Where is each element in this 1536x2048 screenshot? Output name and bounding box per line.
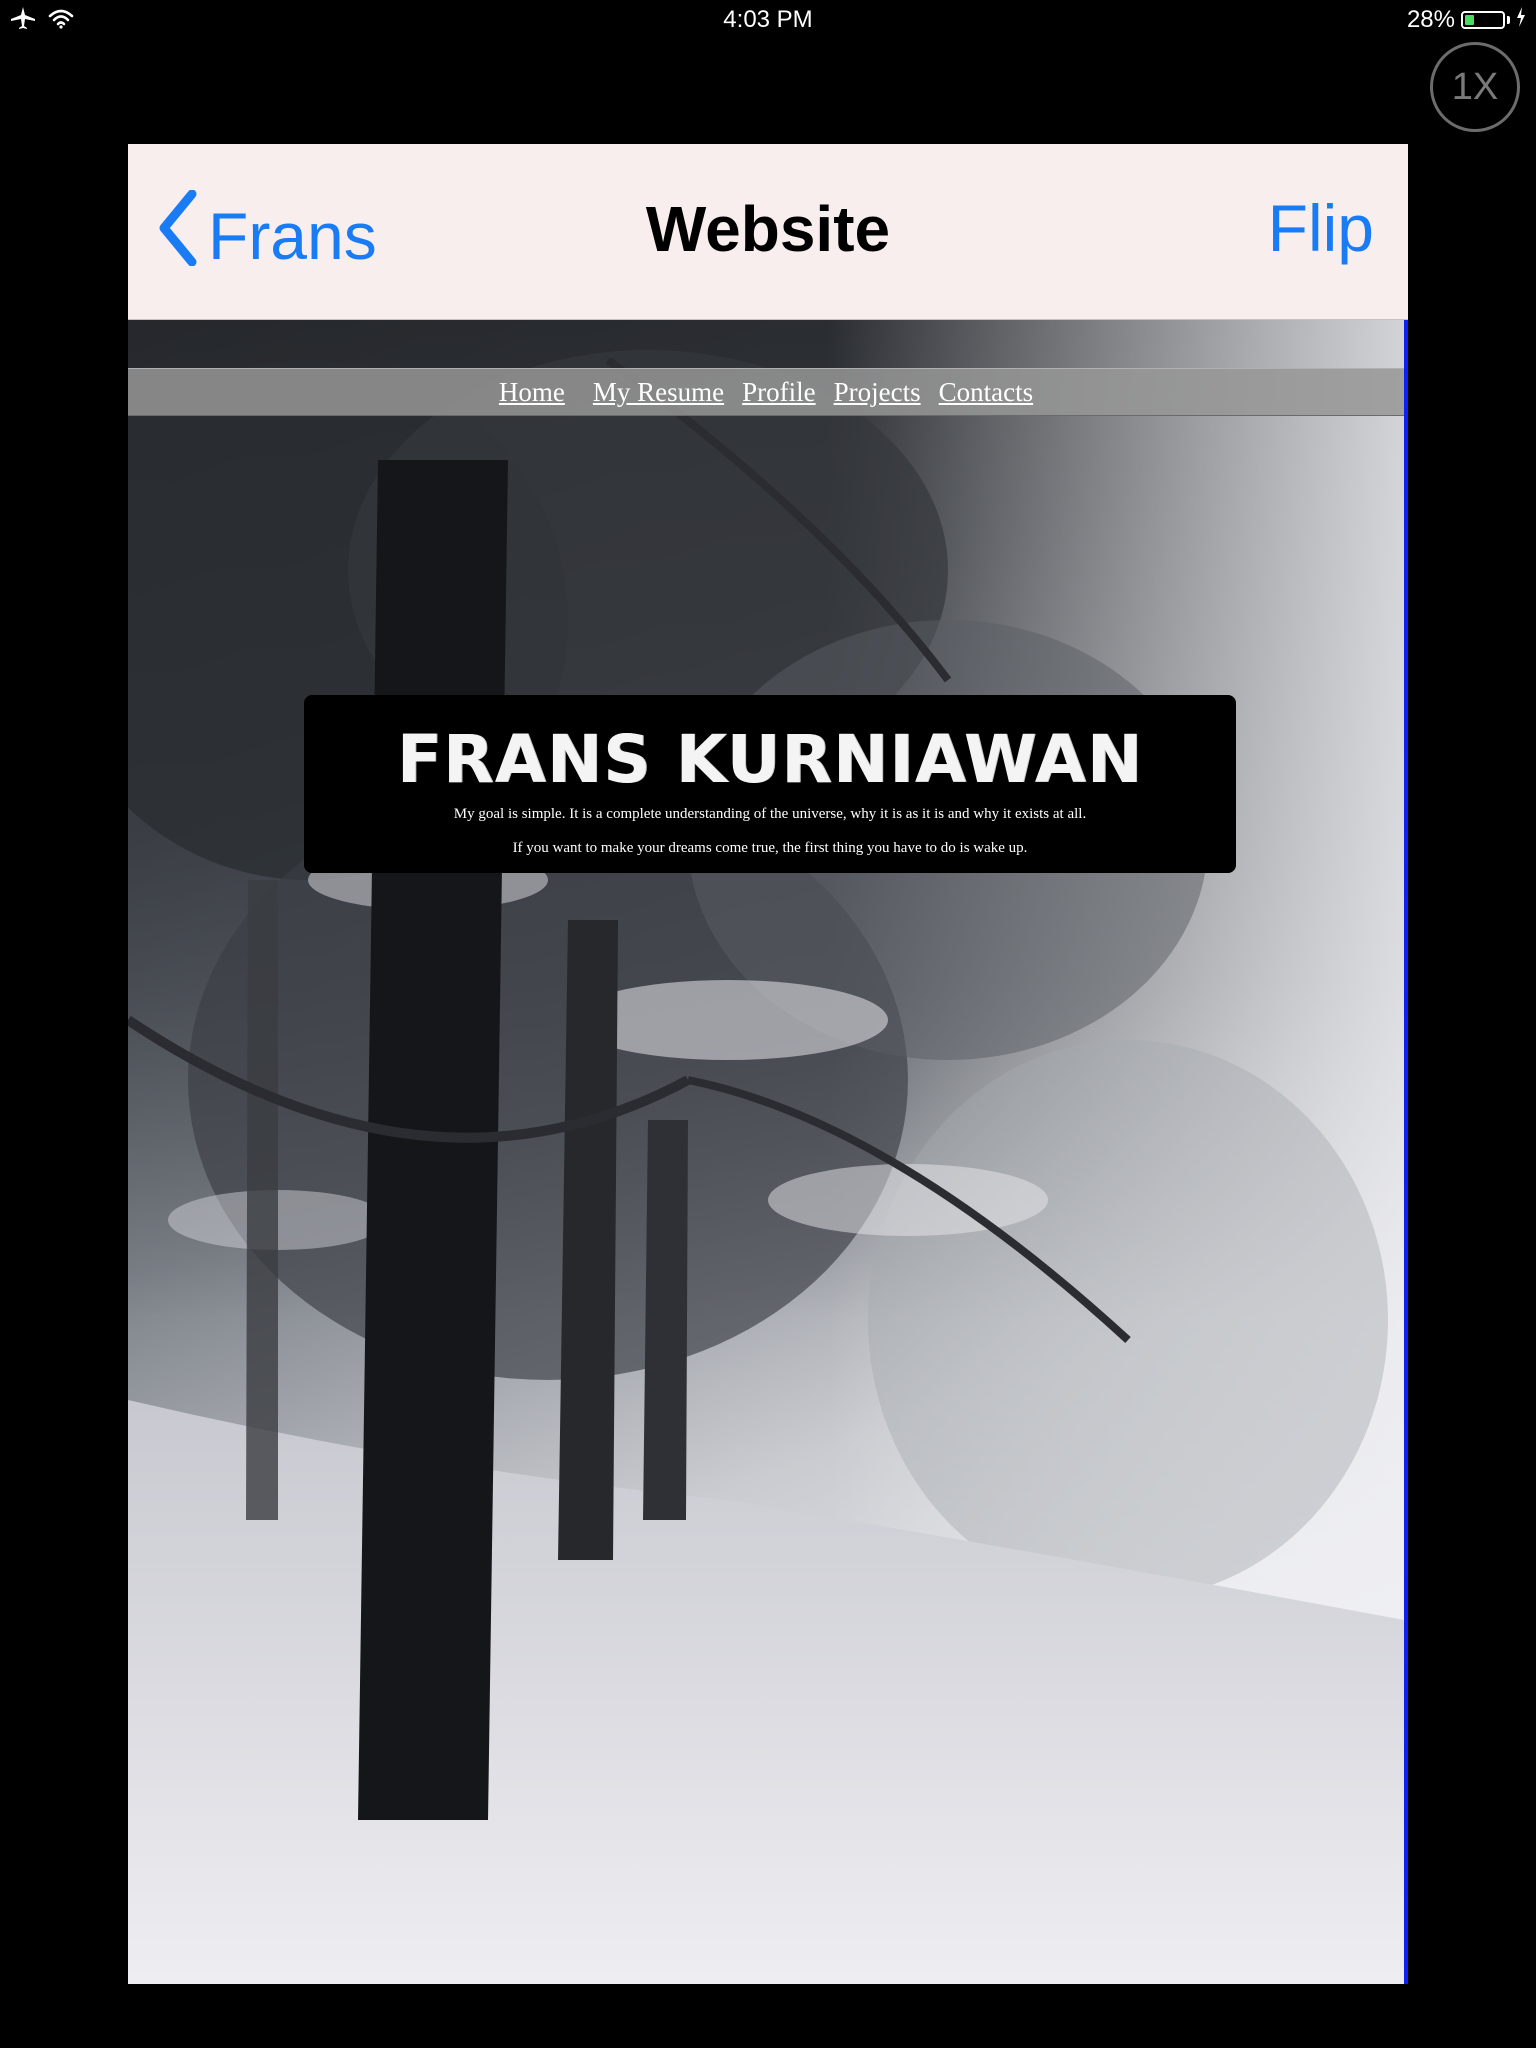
hero-quote-2: If you want to make your dreams come tru… [512, 840, 1028, 856]
site-nav-resume-link[interactable]: My Resume [593, 377, 724, 408]
web-view[interactable]: Home My Resume Profile Projects Contacts… [128, 320, 1408, 1984]
site-nav-profile-link[interactable]: Profile [742, 377, 816, 408]
navigation-bar: Frans Website Flip [128, 144, 1408, 320]
battery-icon [1461, 11, 1505, 29]
charging-bolt-icon [1516, 6, 1526, 34]
site-heading: FRANS KURNIAWAN [396, 721, 1144, 798]
app-window: Frans Website Flip Home My Resume Profil… [128, 144, 1408, 1984]
site-nav-home-link[interactable]: Home [499, 377, 565, 408]
battery-level-fill [1465, 15, 1475, 25]
site-navigation: Home My Resume Profile Projects Contacts [128, 368, 1404, 416]
zoom-toggle-button[interactable]: 1X [1430, 42, 1520, 132]
status-time: 4:03 PM [723, 6, 813, 33]
page-title: Website [645, 193, 891, 265]
battery-cap [1507, 16, 1510, 24]
battery-percent: 28% [1406, 6, 1455, 33]
hero-quote-1: My goal is simple. It is a complete unde… [453, 806, 1087, 822]
flip-button[interactable]: Flip [1268, 190, 1374, 266]
snowy-forest-background [128, 320, 1404, 1984]
site-nav-contacts-link[interactable]: Contacts [939, 377, 1034, 408]
ipad-screen: 4:03 PM 28% 1X Frans Website Flip Home M… [0, 0, 1536, 2048]
site-nav-projects-link[interactable]: Projects [834, 377, 921, 408]
hero-banner: FRANS KURNIAWAN My goal is simple. It is… [304, 695, 1236, 873]
status-right: 28% [1407, 6, 1526, 34]
status-bar: 4:03 PM 28% [0, 0, 1536, 40]
